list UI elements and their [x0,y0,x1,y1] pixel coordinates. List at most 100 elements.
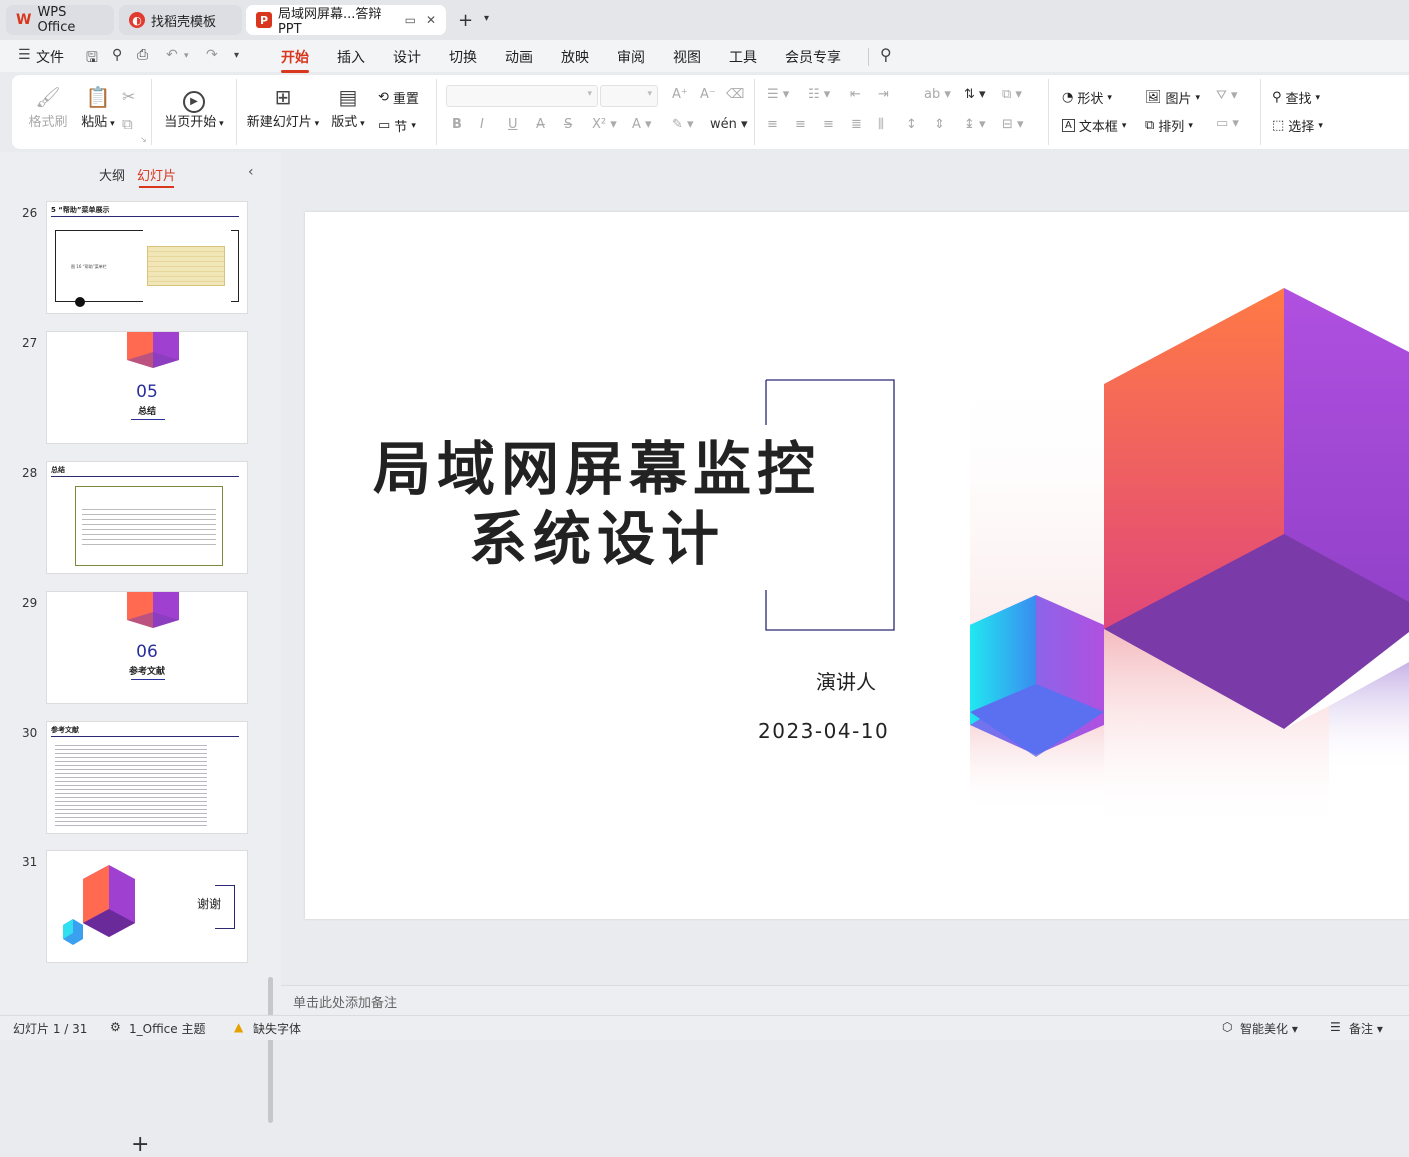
menu-transition[interactable]: 切换 [449,47,477,67]
redo-icon[interactable]: ↷ [206,47,218,63]
smart-beautify-button[interactable]: 智能美化 ▾ [1240,1020,1298,1037]
notes-toggle-button[interactable]: 备注 ▾ [1349,1020,1383,1037]
select-button[interactable]: ⬚ 选择 ▾ [1272,116,1323,135]
dialog-launcher-icon[interactable]: ↘ [140,135,147,144]
theme-icon: ⚙ [110,1020,121,1034]
numbering-icon[interactable]: ☷ ▾ [808,87,830,102]
font-color-icon[interactable]: A ▾ [632,117,652,132]
highlight-icon[interactable]: ✎ ▾ [672,117,694,132]
select-icon: ⬚ [1272,118,1285,133]
shadow-icon[interactable]: S̶ [564,117,572,132]
thumb-rule [51,736,239,737]
shape-button[interactable]: ◔ 形状 ▾ [1062,88,1112,107]
increase-font-icon[interactable]: A⁺ [672,87,688,102]
tab-outline[interactable]: 大纲 [99,165,125,184]
new-slide-button[interactable]: ⊞ 新建幻灯片 ▾ [246,83,320,130]
arrange-button[interactable]: ⧉ 排列 ▾ [1145,116,1193,135]
slide-thumbnail-27[interactable]: 05 总结 [46,331,248,444]
line-spacing-icon[interactable]: ↕ [906,117,917,132]
slide-thumbnail-26[interactable]: 5 “帮助”菜单展示 图 16 “帮助”菜单栏 [46,201,248,314]
outline-icon[interactable]: ▭ ▾ [1216,116,1239,131]
align-center-icon[interactable]: ≡ [795,117,806,132]
current-slide[interactable]: 局域网屏幕监控 系统设计 演讲人 2023-04-10 [305,212,1409,919]
font-name-select[interactable]: ▾ [446,85,598,107]
cut-icon[interactable]: ✂ [122,87,135,106]
copy-icon[interactable]: ⧉ [122,115,133,133]
layout-button[interactable]: ▤ 版式 ▾ [328,83,368,130]
thumbnail-scrollbar[interactable] [268,977,273,1123]
menu-insert[interactable]: 插入 [337,47,365,67]
superscript-icon[interactable]: X² ▾ [592,117,617,132]
decrease-font-icon[interactable]: A⁻ [700,87,716,102]
menu-animation[interactable]: 动画 [505,47,533,67]
strike-icon[interactable]: A̶ [536,117,545,132]
font-size-select[interactable]: ▾ [600,85,658,107]
paragraph-spacing-icon[interactable]: ⇕ [934,117,945,132]
text-direction-icon[interactable]: ab ▾ [924,87,951,102]
reset-button[interactable]: ⟲ 重置 [378,88,419,107]
paste-button[interactable]: 📋 粘贴 ▾ [76,83,120,130]
menu-file[interactable]: 文件 [36,47,64,67]
cube-graphic [127,592,179,628]
picture-button[interactable]: 🖼 图片 ▾ [1145,88,1200,107]
notes-pane[interactable]: 单击此处添加备注 [281,985,1409,1015]
menu-membership[interactable]: 会员专享 [785,47,841,67]
print-preview-icon[interactable]: ⎙ [137,47,148,63]
search-icon[interactable]: ⚲ [880,45,892,64]
window-icon[interactable]: ▭ [405,13,416,27]
find-button[interactable]: ⚲ 查找 ▾ [1272,88,1320,107]
fill-icon[interactable]: ⛛ ▾ [1216,88,1238,103]
italic-icon[interactable]: I [480,117,484,132]
new-tab-icon[interactable]: + [458,10,473,31]
menu-review[interactable]: 审阅 [617,47,645,67]
menu-slideshow[interactable]: 放映 [561,47,589,67]
slide-title[interactable]: 局域网屏幕监控 系统设计 [367,434,827,574]
menu-home[interactable]: 开始 [281,47,309,73]
tab-wps-office[interactable]: W WPS Office [6,5,114,35]
slide-thumbnail-30[interactable]: 参考文献 [46,721,248,834]
tab-template[interactable]: ◐ 找稻壳模板 [119,5,242,35]
convert-icon[interactable]: ⧉ ▾ [1002,87,1022,102]
align-right-icon[interactable]: ≡ [823,117,834,132]
menu-design[interactable]: 设计 [393,47,421,67]
presenter-label[interactable]: 演讲人 [816,666,876,695]
slide-thumbnail-28[interactable]: 总结 [46,461,248,574]
from-current-button[interactable]: ▶ 当页开始 ▾ [160,83,228,130]
clear-format-icon[interactable]: ⌫ [726,87,744,102]
share-icon[interactable]: ⚲ [112,47,122,63]
undo-icon[interactable]: ↶ [166,47,178,63]
phonetic-icon[interactable]: wén ▾ [710,117,748,132]
indent-icon[interactable]: ⇥ [878,87,889,102]
hamburger-icon[interactable]: ☰ [18,47,31,63]
underline-icon[interactable]: U [508,117,518,132]
spacing-icon[interactable]: ↨ ▾ [964,117,986,132]
save-icon[interactable]: 🖫 [86,47,98,71]
bullets-icon[interactable]: ☰ ▾ [767,87,789,102]
chevron-down-icon[interactable]: ▾ [184,51,189,61]
sort-icon[interactable]: ⇅ ▾ [964,87,986,102]
add-slide-icon[interactable]: + [131,1132,149,1157]
more-icon[interactable]: ▾ [234,50,239,61]
collapse-panel-icon[interactable]: ‹ [248,164,254,180]
align-left-icon[interactable]: ≡ [767,117,778,132]
chevron-down-icon[interactable]: ▾ [484,13,489,24]
tab-slides[interactable]: 幻灯片 [137,165,176,188]
menu-tools[interactable]: 工具 [729,47,757,67]
textbox-button[interactable]: A 文本框 ▾ [1062,116,1126,135]
slide-thumbnail-31[interactable]: 谢谢 [46,850,248,963]
distribute-icon[interactable]: ⫼ [878,117,884,132]
tab-document[interactable]: P 局域网屏幕...答辩PPT ▭ ✕ [246,5,446,37]
missing-font-status[interactable]: 缺失字体 [253,1020,301,1037]
slide-thumbnail-29[interactable]: 06 参考文献 [46,591,248,704]
section-button[interactable]: ▭ 节 ▾ [378,116,416,135]
outdent-icon[interactable]: ⇤ [850,87,861,102]
justify-icon[interactable]: ≣ [851,117,862,132]
menu-view[interactable]: 视图 [673,47,701,67]
theme-name[interactable]: 1_Office 主题 [129,1020,205,1037]
format-painter-button[interactable]: 🖌 格式刷 [26,83,70,130]
vertical-align-icon[interactable]: ⊟ ▾ [1002,117,1024,132]
bold-icon[interactable]: B [452,117,462,132]
close-icon[interactable]: ✕ [426,13,436,27]
date-label[interactable]: 2023-04-10 [758,719,889,743]
slide-number: 30 [22,726,38,740]
